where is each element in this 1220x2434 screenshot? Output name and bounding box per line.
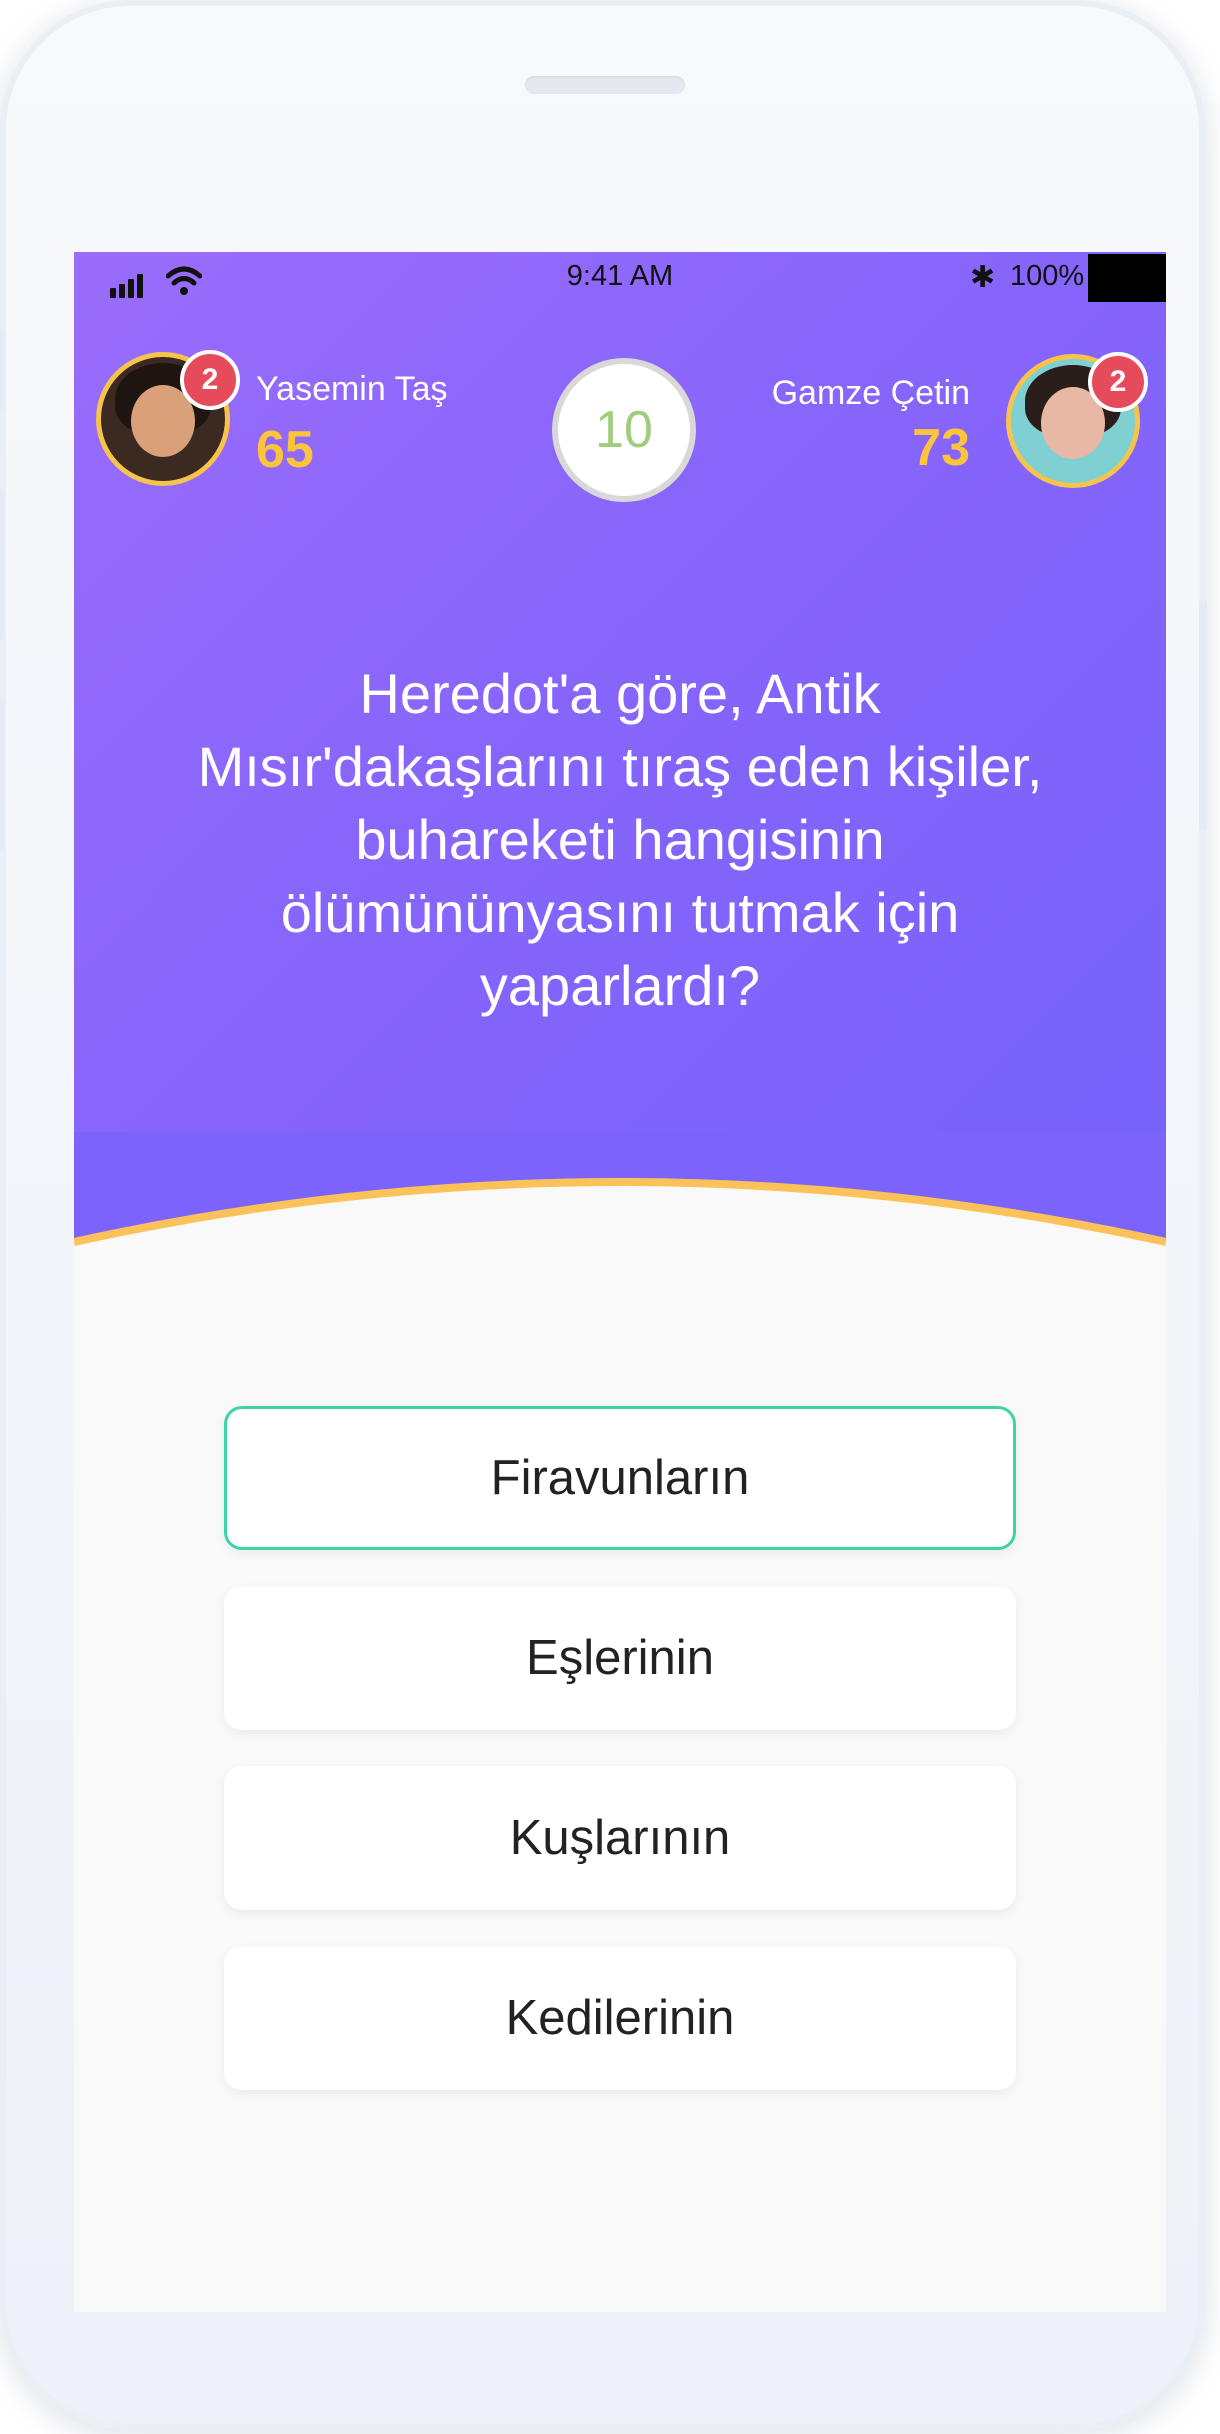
bluetooth-icon: ✱ xyxy=(970,261,996,294)
player-left-score: 65 xyxy=(256,421,314,479)
answer-option-4[interactable]: Kedilerinin xyxy=(224,1946,1016,2090)
speaker-grille xyxy=(525,76,685,94)
header-curve xyxy=(74,1132,1166,1262)
volume-up-button xyxy=(0,490,4,640)
player-right-badge: 2 xyxy=(1088,352,1148,412)
status-time: 9:41 AM xyxy=(566,260,674,292)
mute-switch xyxy=(0,330,4,410)
volume-down-button xyxy=(0,700,4,850)
answer-option-2[interactable]: Eşlerinin xyxy=(224,1586,1016,1730)
countdown-timer: 10 xyxy=(552,358,696,502)
player-right-score: 73 xyxy=(912,419,970,477)
battery-percent: 100% xyxy=(1010,260,1085,292)
player-left-name: Yasemin Taş xyxy=(256,370,448,408)
answer-option-1[interactable]: Firavunların xyxy=(224,1406,1016,1550)
phone-frame: 9:41 AM ✱ 100% 2 Yasemin Taş 65 10 Gamze… xyxy=(0,0,1207,2430)
app-screen: 9:41 AM ✱ 100% 2 Yasemin Taş 65 10 Gamze… xyxy=(74,252,1166,2312)
answer-option-3[interactable]: Kuşlarının xyxy=(224,1766,1016,1910)
player-left-badge: 2 xyxy=(180,350,240,410)
player-right-name: Gamze Çetin xyxy=(771,374,970,412)
question-text: Heredot'a göre, Antik Mısır'dakaşlarını … xyxy=(197,662,1043,1017)
status-bar: 9:41 AM ✱ 100% xyxy=(74,252,1166,304)
battery-icon xyxy=(1088,254,1166,302)
power-button xyxy=(1199,600,1207,830)
